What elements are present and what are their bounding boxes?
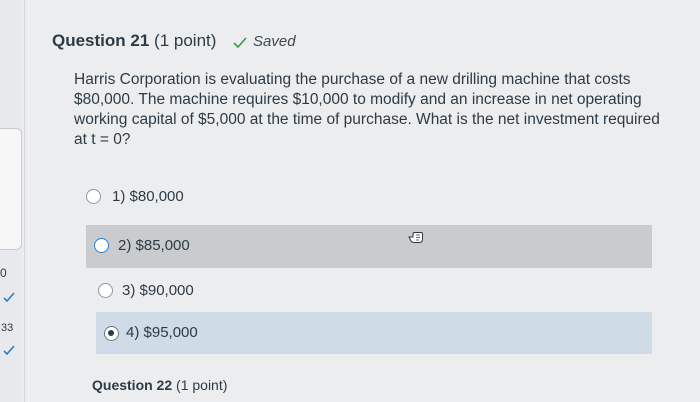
question-points: (1 point) xyxy=(154,31,217,50)
next-question-points: (1 point) xyxy=(176,377,228,393)
answer-label: 2) $85,000 xyxy=(118,237,190,254)
question-nav-number[interactable]: 33 xyxy=(1,322,13,334)
answer-label: 4) $95,000 xyxy=(126,324,198,341)
answered-check-icon xyxy=(3,289,15,307)
answer-option-4[interactable]: 4) $95,000 xyxy=(96,312,652,354)
question-text: Harris Corporation is evaluating the pur… xyxy=(74,71,660,148)
question-nav-card[interactable] xyxy=(0,128,22,250)
next-question-title: Question 22 (1 point) xyxy=(92,377,227,393)
radio-button[interactable] xyxy=(86,189,101,204)
question-number: Question 21 xyxy=(52,31,150,50)
answer-option-2[interactable]: 2) $85,000 xyxy=(86,225,652,268)
pointer-hand-icon xyxy=(408,230,424,249)
answer-option-3[interactable]: 3) $90,000 xyxy=(90,270,652,312)
saved-label: Saved xyxy=(253,33,296,50)
divider xyxy=(24,0,25,402)
saved-status: Saved xyxy=(233,33,296,50)
radio-button-selected[interactable] xyxy=(104,326,119,341)
question-title: Question 21 (1 point) xyxy=(52,31,216,51)
answer-label: 1) $80,000 xyxy=(112,188,184,205)
answered-check-icon xyxy=(3,342,15,360)
radio-button[interactable] xyxy=(98,283,113,298)
radio-button[interactable] xyxy=(94,238,109,253)
question-nav-number-partial[interactable]: 0 xyxy=(0,266,7,280)
check-icon xyxy=(233,37,247,49)
next-question-number: Question 22 xyxy=(92,377,173,393)
answer-label: 3) $90,000 xyxy=(122,282,194,299)
answer-option-1[interactable]: 1) $80,000 xyxy=(76,176,652,218)
